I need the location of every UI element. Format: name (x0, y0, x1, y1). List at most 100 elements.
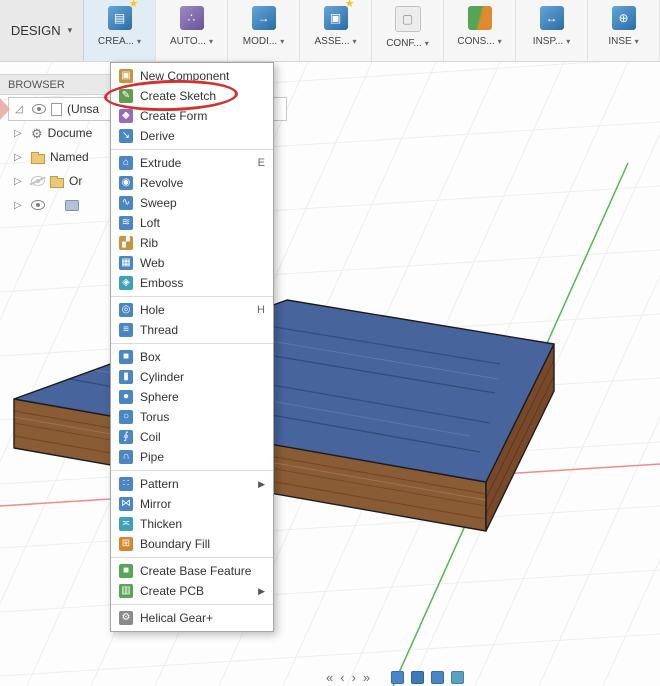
mirror-icon: ⋈ (119, 497, 133, 511)
timeline-skip-start-icon[interactable]: « (326, 671, 333, 684)
chevron-down-icon: ▾ (498, 37, 502, 46)
timeline-feature-icon-3[interactable] (431, 671, 444, 684)
chevron-down-icon: ▾ (635, 37, 639, 46)
menu-item-box[interactable]: ■Box (111, 347, 273, 367)
pcb-icon: ▥ (119, 584, 133, 598)
menu-item-create-pcb[interactable]: ▥Create PCB▶ (111, 581, 273, 601)
chevron-down-icon: ▾ (68, 25, 73, 36)
workspace-switcher[interactable]: DESIGN ▾ (0, 0, 84, 61)
sweep-icon: ∿ (119, 196, 133, 210)
sphere-icon: ● (119, 390, 133, 404)
menu-item-mirror[interactable]: ⋈Mirror (111, 494, 273, 514)
loft-icon: ≋ (119, 216, 133, 230)
expand-arrow-icon[interactable]: ▷ (14, 128, 26, 139)
menu-item-pattern[interactable]: ∷Pattern▶ (111, 474, 273, 494)
menu-item-label: Pattern (140, 477, 251, 491)
timeline-step-forward-icon[interactable]: › (352, 671, 356, 684)
torus-icon: ○ (119, 410, 133, 424)
collapse-arrow-icon[interactable]: ◿ (15, 104, 27, 115)
menu-item-torus[interactable]: ○Torus (111, 407, 273, 427)
menu-item-thicken[interactable]: ≍Thicken (111, 514, 273, 534)
menu-item-label: New Component (140, 69, 265, 83)
insert-icon: ⊕ (612, 6, 636, 30)
tab-inse[interactable]: ⊕INSE▾ (588, 0, 660, 61)
timeline-feature-icon-2[interactable] (411, 671, 424, 684)
inspect-icon: ↔ (540, 6, 564, 30)
cylinder-icon: ▮ (119, 370, 133, 384)
active-component-marker-icon (0, 98, 10, 120)
document-icon (51, 103, 62, 116)
modify-icon: → (252, 6, 276, 30)
workspace-label: DESIGN (11, 23, 61, 38)
menu-item-derive[interactable]: ↘Derive (111, 126, 273, 146)
create-form-icon: ◆ (119, 109, 133, 123)
menu-divider (111, 470, 273, 471)
menu-item-create-form[interactable]: ◆Create Form (111, 106, 273, 126)
menu-item-create-sketch[interactable]: ✎Create Sketch (111, 86, 273, 106)
menu-item-boundary-fill[interactable]: ⊞Boundary Fill (111, 534, 273, 554)
create-sketch-icon: ✎ (119, 89, 133, 103)
visibility-eye-icon[interactable] (31, 200, 45, 210)
menu-item-thread[interactable]: ≡Thread (111, 320, 273, 340)
visibility-eye-icon[interactable] (32, 104, 46, 114)
timeline-feature-icon-4[interactable] (451, 671, 464, 684)
menu-item-label: Emboss (140, 276, 265, 290)
browser-item-label: Named (50, 150, 89, 164)
web-icon: ▦ (119, 256, 133, 270)
submenu-arrow-icon: ▶ (258, 479, 265, 490)
shortcut-key: H (257, 304, 265, 316)
menu-item-helical-gear[interactable]: ⚙Helical Gear+ (111, 608, 273, 628)
menu-item-label: Sweep (140, 196, 265, 210)
tab-auto[interactable]: ∴AUTO...▾ (156, 0, 228, 61)
menu-item-label: Create PCB (140, 584, 251, 598)
timeline-skip-end-icon[interactable]: » (363, 671, 370, 684)
assemble-icon: ▣★ (324, 6, 348, 30)
tab-insp[interactable]: ↔INSP...▾ (516, 0, 588, 61)
expand-arrow-icon[interactable]: ▷ (14, 176, 26, 187)
tab-conf[interactable]: ▢CONF...▾ (372, 0, 444, 61)
menu-item-hole[interactable]: ◎HoleH (111, 300, 273, 320)
derive-icon: ↘ (119, 129, 133, 143)
chevron-down-icon: ▾ (566, 37, 570, 46)
menu-item-pipe[interactable]: ∩Pipe (111, 447, 273, 467)
menu-divider (111, 557, 273, 558)
browser-item-label: Or (69, 174, 82, 188)
tab-crea[interactable]: ▤★CREA...▾ (84, 0, 156, 61)
timeline-bar: « ‹ › » (326, 671, 464, 684)
tab-asse[interactable]: ▣★ASSE...▾ (300, 0, 372, 61)
create-menu-items: ▣New Component✎Create Sketch◆Create Form… (111, 66, 273, 628)
automate-icon: ∴ (180, 6, 204, 30)
menu-item-extrude[interactable]: ⌂ExtrudeE (111, 153, 273, 173)
timeline-step-back-icon[interactable]: ‹ (340, 671, 344, 684)
menu-item-sphere[interactable]: ● Sphere (111, 387, 273, 407)
body-icon (65, 200, 79, 211)
menu-item-web[interactable]: ▦Web (111, 253, 273, 273)
menu-item-create-base-feature[interactable]: ■Create Base Feature (111, 561, 273, 581)
menu-item-revolve[interactable]: ◉Revolve (111, 173, 273, 193)
menu-item-label: Sphere (140, 390, 265, 404)
tab-cons[interactable]: CONS...▾ (444, 0, 516, 61)
visibility-eye-off-icon[interactable] (31, 176, 45, 186)
thread-icon: ≡ (119, 323, 133, 337)
board-body[interactable] (14, 300, 554, 531)
menu-item-loft[interactable]: ≋Loft (111, 213, 273, 233)
tab-label: CONS...▾ (457, 36, 501, 47)
construct-icon (468, 6, 492, 30)
expand-arrow-icon[interactable]: ▷ (14, 152, 26, 163)
timeline-feature-icon-1[interactable] (391, 671, 404, 684)
menu-item-new-component[interactable]: ▣New Component (111, 66, 273, 86)
expand-arrow-icon[interactable]: ▷ (14, 200, 26, 211)
gear-icon: ⚙ (31, 127, 43, 140)
menu-item-coil[interactable]: ∮Coil (111, 427, 273, 447)
chevron-down-icon: ▾ (280, 37, 284, 46)
menu-item-rib[interactable]: ▞Rib (111, 233, 273, 253)
create-icon: ▤★ (108, 6, 132, 30)
menu-item-sweep[interactable]: ∿ Sweep (111, 193, 273, 213)
tab-modi[interactable]: →MODI...▾ (228, 0, 300, 61)
tab-label: CONF...▾ (386, 38, 429, 49)
menu-item-label: Cylinder (140, 370, 265, 384)
menu-divider (111, 604, 273, 605)
menu-item-cylinder[interactable]: ▮ Cylinder (111, 367, 273, 387)
menu-item-emboss[interactable]: ◈Emboss (111, 273, 273, 293)
menu-item-label: Hole (140, 303, 250, 317)
